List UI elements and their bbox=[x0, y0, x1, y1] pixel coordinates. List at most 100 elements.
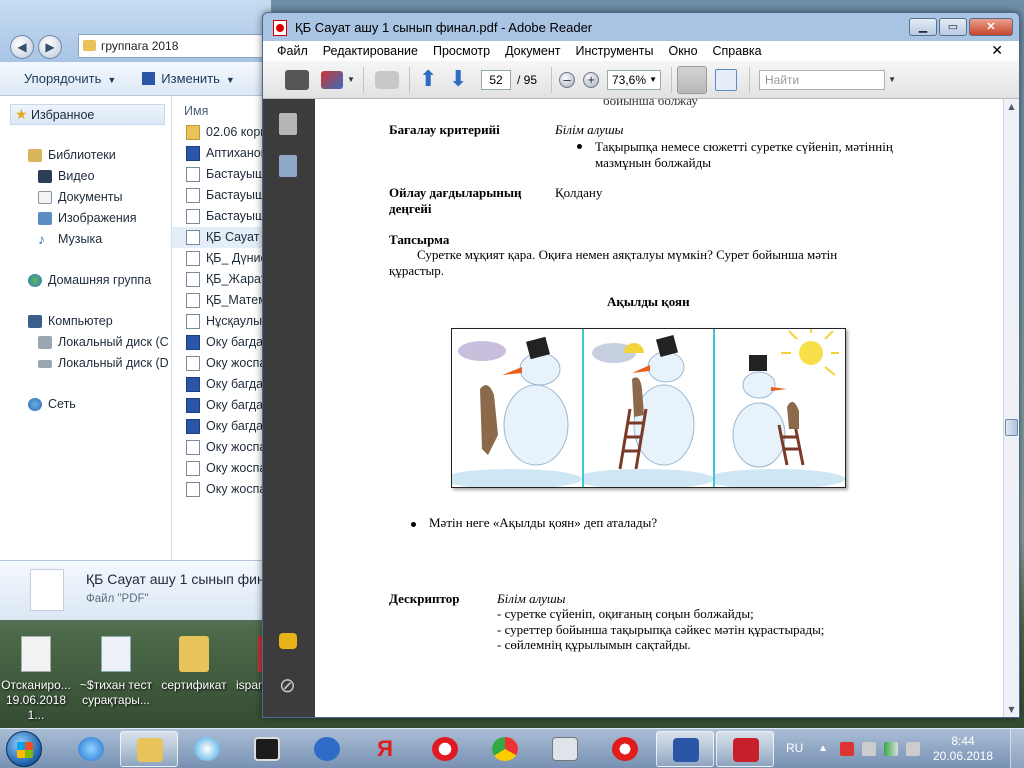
vertical-scrollbar[interactable]: ▲ ▼ bbox=[1003, 99, 1019, 717]
zoom-out-icon[interactable]: – bbox=[559, 72, 575, 88]
zoom-in-icon[interactable]: + bbox=[583, 72, 599, 88]
page-total: / 95 bbox=[517, 73, 538, 87]
file-list-item[interactable]: ҚБ Сауат а bbox=[172, 227, 271, 248]
file-icon bbox=[186, 188, 200, 203]
address-bar[interactable]: группага 2018 bbox=[78, 34, 268, 58]
file-list-item[interactable]: Оку багдар bbox=[172, 416, 271, 437]
sidebar-item-images[interactable]: Изображения bbox=[0, 208, 171, 229]
sidebar-item-network[interactable]: Сеть bbox=[0, 394, 171, 415]
taskbar-chrome[interactable] bbox=[476, 731, 534, 767]
chevron-up-icon[interactable]: ▲ bbox=[818, 742, 832, 756]
file-name: 02.06 корг bbox=[206, 125, 265, 139]
file-list-item[interactable]: Бастауыш bbox=[172, 185, 271, 206]
network-status-icon[interactable] bbox=[884, 742, 898, 756]
menu-file[interactable]: Файл bbox=[277, 44, 308, 58]
taskbar-printer[interactable] bbox=[536, 731, 594, 767]
scroll-down-icon[interactable]: ▼ bbox=[1006, 704, 1017, 715]
zoom-level-select[interactable]: 73,6% ▼ bbox=[607, 70, 661, 90]
file-list-item[interactable]: Бастауыш bbox=[172, 164, 271, 185]
taskbar-explorer[interactable] bbox=[120, 731, 178, 767]
taskbar-321[interactable] bbox=[238, 731, 296, 767]
taskbar-app[interactable] bbox=[298, 731, 356, 767]
bookmarks-icon[interactable] bbox=[279, 155, 297, 177]
attachment-icon[interactable]: ⊘ bbox=[279, 675, 297, 697]
sidebar-item-computer[interactable]: Компьютер bbox=[0, 311, 171, 332]
taskbar-ie[interactable] bbox=[62, 731, 120, 767]
back-button[interactable]: ◀ bbox=[10, 35, 34, 59]
yandex-browser-icon bbox=[612, 737, 638, 761]
close-button[interactable]: ✕ bbox=[969, 18, 1013, 36]
sidebar-item-disk-c[interactable]: Локальный диск (C bbox=[0, 332, 171, 353]
file-list-item[interactable]: Нұсқаулы bbox=[172, 311, 271, 332]
file-list-item[interactable]: Оку жоспа bbox=[172, 458, 271, 479]
taskbar-yandex[interactable]: Я bbox=[356, 731, 414, 767]
device-icon[interactable] bbox=[862, 742, 876, 756]
file-list-item[interactable]: ҚБ_ Дүние bbox=[172, 248, 271, 269]
menu-edit[interactable]: Редактирование bbox=[323, 44, 418, 58]
taskbar-opera[interactable] bbox=[416, 731, 474, 767]
file-list-item[interactable]: Бастауыш bbox=[172, 206, 271, 227]
fit-width-icon[interactable] bbox=[677, 66, 707, 94]
arrow-up-icon[interactable]: ⬆ bbox=[419, 68, 441, 91]
file-list-item[interactable]: Оку багдар bbox=[172, 332, 271, 353]
file-list-item[interactable]: ҚБ_Жараті bbox=[172, 269, 271, 290]
file-list-item[interactable]: Оку жоспа bbox=[172, 437, 271, 458]
file-name: Оку жоспа bbox=[206, 461, 267, 475]
file-list-item[interactable]: 02.06 корг bbox=[172, 122, 271, 143]
menu-document[interactable]: Документ bbox=[505, 44, 560, 58]
question-text: Мәтін неге «Ақылды қоян» деп аталады? bbox=[429, 515, 658, 530]
taskbar-word[interactable] bbox=[656, 731, 714, 767]
file-list-item[interactable]: Оку жоспа bbox=[172, 353, 271, 374]
menu-window[interactable]: Окно bbox=[668, 44, 697, 58]
find-input[interactable]: Найти ▼ bbox=[759, 70, 896, 90]
taskbar-media-player[interactable] bbox=[178, 731, 236, 767]
sidebar-item-libraries[interactable]: Библиотеки bbox=[0, 145, 171, 166]
reader-body: ⊘ бойынша болжау Бағалау критерийі Білім… bbox=[263, 99, 1019, 717]
scroll-thumb[interactable] bbox=[1005, 419, 1018, 436]
sidebar-item-documents[interactable]: Документы bbox=[0, 187, 171, 208]
desktop-icon-scan[interactable]: Отсканиро... 19.06.2018 1... bbox=[0, 636, 76, 723]
menu-tools[interactable]: Инструменты bbox=[576, 44, 654, 58]
sidebar-item-music[interactable]: ♪ Музыка bbox=[0, 229, 171, 250]
volume-icon[interactable] bbox=[906, 742, 920, 756]
taskbar-adobe-reader[interactable] bbox=[716, 731, 774, 767]
fit-page-icon[interactable] bbox=[715, 69, 737, 91]
word-document-icon bbox=[186, 377, 200, 392]
menu-view[interactable]: Просмотр bbox=[433, 44, 490, 58]
sidebar-item-disk-d[interactable]: Локальный диск (D bbox=[0, 353, 171, 374]
show-desktop-button[interactable] bbox=[1010, 729, 1024, 768]
open-with-menu[interactable]: Изменить ▼ bbox=[142, 71, 235, 86]
sidebar-item-homegroup[interactable]: Домашняя группа bbox=[0, 270, 171, 291]
file-list-item[interactable]: ҚБ_Матем bbox=[172, 290, 271, 311]
sidebar-item-video[interactable]: Видео bbox=[0, 166, 171, 187]
print-icon[interactable] bbox=[285, 70, 309, 90]
comment-back-icon[interactable] bbox=[375, 71, 399, 89]
page-number-input[interactable]: 52 bbox=[481, 70, 511, 90]
menu-help[interactable]: Справка bbox=[713, 44, 762, 58]
forward-button[interactable]: ▶ bbox=[38, 35, 62, 59]
organize-menu[interactable]: Упорядочить ▼ bbox=[24, 71, 116, 86]
flag-icon[interactable] bbox=[840, 742, 854, 756]
comments-icon[interactable] bbox=[279, 633, 297, 649]
file-icon bbox=[186, 209, 200, 224]
chevron-down-icon[interactable]: ▼ bbox=[347, 69, 355, 91]
maximize-button[interactable]: ▭ bbox=[939, 18, 967, 36]
taskbar-yandex-browser[interactable] bbox=[596, 731, 654, 767]
scroll-up-icon[interactable]: ▲ bbox=[1006, 101, 1017, 112]
arrow-down-icon[interactable]: ⬇ bbox=[449, 68, 471, 91]
share-icon[interactable] bbox=[321, 71, 343, 89]
minimize-button[interactable]: ▁ bbox=[909, 18, 937, 36]
file-list-item[interactable]: Оку багдар bbox=[172, 374, 271, 395]
column-header-name[interactable]: Имя bbox=[172, 100, 271, 122]
file-list-item[interactable]: Оку жоспа bbox=[172, 479, 271, 500]
language-indicator[interactable]: RU bbox=[786, 741, 803, 755]
pages-icon[interactable] bbox=[279, 113, 297, 135]
clock[interactable]: 8:44 20.06.2018 bbox=[928, 734, 998, 764]
close-document-icon[interactable]: ✕ bbox=[991, 42, 1003, 59]
file-list-item[interactable]: Аптиханов bbox=[172, 143, 271, 164]
desktop-icon-test[interactable]: ~$тихан тест сурақтары... bbox=[76, 636, 156, 708]
start-button[interactable] bbox=[6, 731, 42, 767]
illustration-panel-2 bbox=[583, 329, 716, 487]
sidebar-item-favorites[interactable]: ★ Избранное bbox=[10, 104, 165, 125]
file-list-item[interactable]: Оку багдар bbox=[172, 395, 271, 416]
